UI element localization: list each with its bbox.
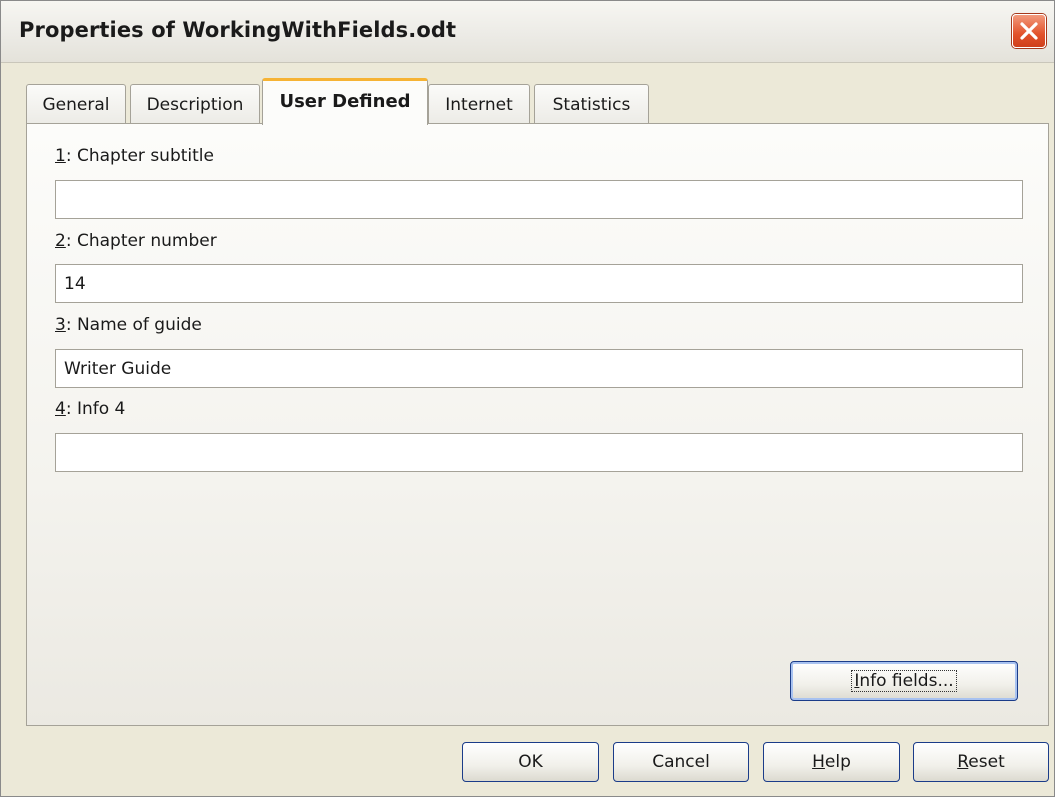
- cancel-button[interactable]: Cancel: [613, 742, 749, 782]
- field-3-label: 3: Name of guide: [55, 315, 202, 335]
- window-title: Properties of WorkingWithFields.odt: [19, 18, 457, 42]
- chapter-subtitle-input[interactable]: [55, 180, 1023, 219]
- tab-internet[interactable]: Internet: [428, 84, 530, 124]
- help-mnemonic: H: [812, 752, 825, 772]
- info-fields-button[interactable]: Info fields...: [790, 661, 1018, 701]
- info-fields-label: Info fields...: [851, 670, 957, 692]
- tab-description[interactable]: Description: [130, 84, 260, 124]
- info-fields-text: nfo fields...: [859, 671, 954, 691]
- user-defined-panel: 1: Chapter subtitle 2: Chapter number 3:…: [26, 123, 1049, 726]
- tab-user-defined[interactable]: User Defined: [262, 78, 428, 125]
- info-4-input[interactable]: [55, 433, 1023, 472]
- tab-statistics[interactable]: Statistics: [534, 84, 649, 124]
- field-3-mnemonic: 3: [55, 315, 66, 335]
- tab-general[interactable]: General: [26, 84, 126, 124]
- field-1-mnemonic: 1: [55, 146, 66, 166]
- help-text: elp: [824, 752, 851, 772]
- field-4-mnemonic: 4: [55, 399, 66, 419]
- reset-text: eset: [968, 752, 1005, 772]
- field-2-mnemonic: 2: [55, 231, 66, 251]
- field-1-label: 1: Chapter subtitle: [55, 146, 214, 166]
- name-of-guide-input[interactable]: [55, 349, 1023, 388]
- properties-dialog: Properties of WorkingWithFields.odt Gene…: [0, 0, 1055, 797]
- close-icon: [1020, 22, 1038, 40]
- field-2-label-text: : Chapter number: [65, 231, 217, 251]
- chapter-number-input[interactable]: [55, 264, 1023, 303]
- ok-button[interactable]: OK: [462, 742, 599, 782]
- help-button[interactable]: Help: [763, 742, 900, 782]
- reset-mnemonic: R: [957, 752, 969, 772]
- field-1-label-text: : Chapter subtitle: [65, 146, 214, 166]
- title-bar[interactable]: Properties of WorkingWithFields.odt: [1, 1, 1054, 63]
- field-4-label-text: : Info 4: [65, 399, 126, 419]
- reset-button[interactable]: Reset: [913, 742, 1049, 782]
- field-4-label: 4: Info 4: [55, 399, 125, 419]
- close-button[interactable]: [1012, 14, 1046, 48]
- field-2-label: 2: Chapter number: [55, 231, 217, 251]
- field-3-label-text: : Name of guide: [65, 315, 202, 335]
